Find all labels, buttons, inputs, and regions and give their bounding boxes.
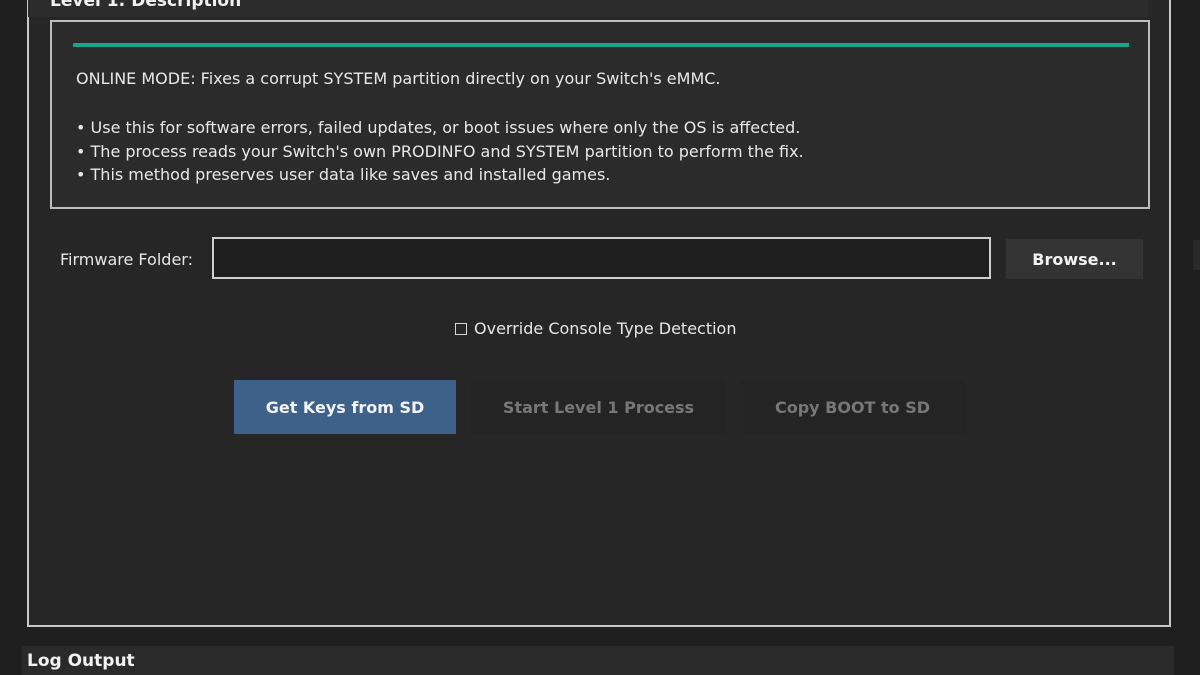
get-keys-from-sd-button[interactable]: Get Keys from SD bbox=[234, 380, 456, 434]
section-title: Level 1: Description bbox=[50, 0, 242, 11]
description-bullet-1: • Use this for software errors, failed u… bbox=[76, 118, 801, 137]
scrollbar-edge bbox=[1193, 240, 1200, 270]
copy-boot-to-sd-button[interactable]: Copy BOOT to SD bbox=[740, 380, 965, 434]
browse-button[interactable]: Browse... bbox=[1006, 239, 1143, 279]
accent-bar bbox=[73, 43, 1129, 47]
description-bullet-2: • The process reads your Switch's own PR… bbox=[76, 142, 804, 161]
description-mode-line: ONLINE MODE: Fixes a corrupt SYSTEM part… bbox=[76, 69, 721, 88]
override-checkbox-label: Override Console Type Detection bbox=[474, 319, 737, 338]
firmware-folder-label: Firmware Folder: bbox=[60, 250, 193, 269]
start-level-1-process-button[interactable]: Start Level 1 Process bbox=[471, 380, 726, 434]
app-window: Level 1: Description ONLINE MODE: Fixes … bbox=[0, 0, 1200, 675]
firmware-folder-input[interactable] bbox=[212, 237, 991, 279]
log-output-title: Log Output bbox=[27, 651, 135, 671]
override-console-type-checkbox-row[interactable]: Override Console Type Detection bbox=[455, 319, 736, 338]
log-output-header bbox=[22, 646, 1174, 675]
override-checkbox[interactable] bbox=[455, 322, 467, 335]
description-box: ONLINE MODE: Fixes a corrupt SYSTEM part… bbox=[50, 20, 1150, 209]
description-bullet-3: • This method preserves user data like s… bbox=[76, 165, 611, 184]
